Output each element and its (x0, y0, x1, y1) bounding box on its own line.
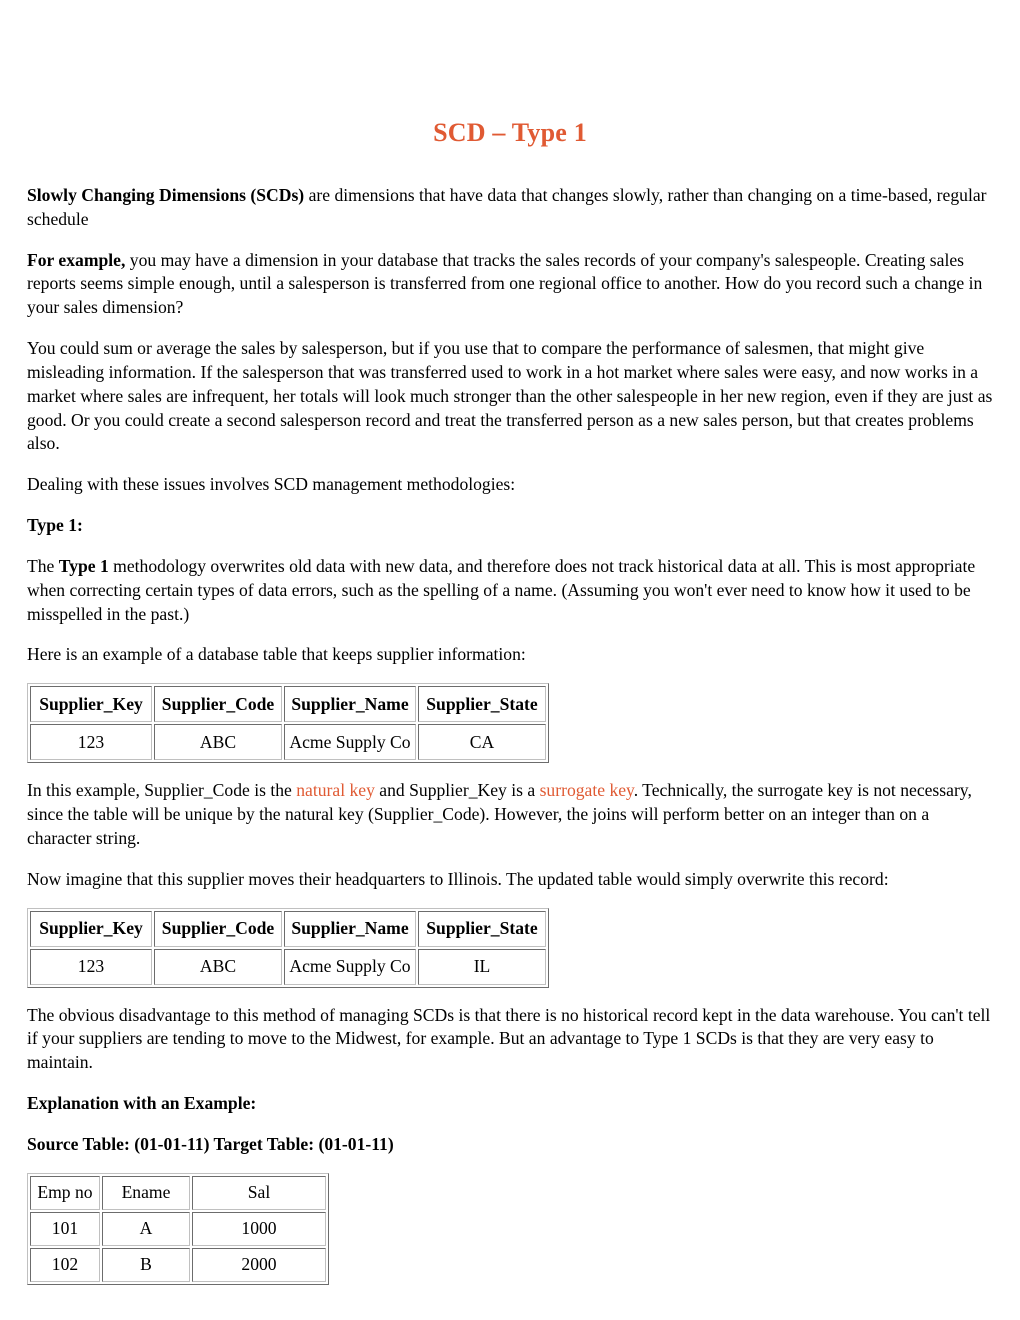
column-header-supplier-state: Supplier_State (418, 686, 546, 723)
cell-sal: 1000 (192, 1211, 326, 1246)
table-row: 102 B 2000 (30, 1247, 326, 1282)
cell-supplier-key: 123 (30, 948, 152, 985)
cell-emp-no: 101 (30, 1211, 100, 1246)
document-page: SCD – Type 1 Slowly Changing Dimensions … (0, 0, 1020, 1320)
paragraph-keys: In this example, Supplier_Code is the na… (27, 779, 993, 850)
column-header-ename: Ename (102, 1175, 190, 1210)
heading-source-target-table: Source Table: (01-01-11) Target Table: (… (27, 1133, 394, 1154)
table-row: 123 ABC Acme Supply Co IL (30, 948, 546, 985)
page-title: SCD – Type 1 (433, 118, 587, 147)
keys-text-a: In this example, Supplier_Code is the (27, 780, 297, 801)
example-bold-lead: For example, (27, 249, 126, 270)
intro-bold-lead: Slowly Changing Dimensions (SCDs) (27, 185, 305, 205)
paragraph-illinois: Now imagine that this supplier moves the… (27, 868, 889, 889)
cell-supplier-key: 123 (30, 724, 152, 761)
paragraph-example: For example, you may have a dimension in… (27, 249, 993, 320)
paragraph-intro: Slowly Changing Dimensions (SCDs) are di… (27, 184, 993, 232)
heading-type-1: Type 1: (27, 515, 83, 536)
column-header-supplier-name: Supplier_Name (284, 686, 416, 723)
cell-supplier-name: Acme Supply Co (284, 724, 416, 761)
cell-ename: A (102, 1211, 190, 1246)
table-header-row: Supplier_Key Supplier_Code Supplier_Name… (30, 910, 546, 947)
table-header-row: Supplier_Key Supplier_Code Supplier_Name… (30, 686, 546, 723)
paragraph-table-intro: Here is an example of a database table t… (27, 644, 526, 665)
heading-explanation: Explanation with an Example: (27, 1093, 257, 1114)
table-row: 101 A 1000 (30, 1211, 326, 1246)
column-header-supplier-code: Supplier_Code (154, 910, 282, 947)
paragraph-methodologies: Dealing with these issues involves SCD m… (27, 474, 516, 495)
type1-text-a: The (27, 555, 59, 576)
paragraph-sum-average: You could sum or average the sales by sa… (27, 338, 993, 454)
cell-supplier-code: ABC (154, 948, 282, 985)
cell-supplier-state: IL (418, 948, 546, 985)
table-header-row: Emp no Ename Sal (30, 1175, 326, 1210)
column-header-supplier-name: Supplier_Name (284, 910, 416, 947)
column-header-supplier-state: Supplier_State (418, 910, 546, 947)
example-body: you may have a dimension in your databas… (27, 249, 983, 318)
column-header-supplier-key: Supplier_Key (30, 686, 152, 723)
paragraph-disadvantage: The obvious disadvantage to this method … (27, 1004, 991, 1073)
supplier-table-after: Supplier_Key Supplier_Code Supplier_Name… (27, 907, 549, 988)
surrogate-key-highlight: surrogate key (539, 780, 634, 801)
natural-key-highlight: natural key (296, 780, 375, 801)
cell-sal: 2000 (192, 1247, 326, 1282)
cell-supplier-code: ABC (154, 724, 282, 761)
column-header-emp-no: Emp no (30, 1175, 100, 1210)
employee-table: Emp no Ename Sal 101 A 1000 102 B 2000 (27, 1172, 329, 1285)
type1-text-b: methodology overwrites old data with new… (27, 555, 976, 624)
table-row: 123 ABC Acme Supply Co CA (30, 724, 546, 761)
column-header-supplier-key: Supplier_Key (30, 910, 152, 947)
type1-bold: Type 1 (58, 555, 109, 576)
column-header-supplier-code: Supplier_Code (154, 686, 282, 723)
keys-text-b: and Supplier_Key is a (374, 780, 540, 801)
cell-supplier-state: CA (418, 724, 546, 761)
supplier-table-before: Supplier_Key Supplier_Code Supplier_Name… (27, 683, 549, 764)
cell-emp-no: 102 (30, 1247, 100, 1282)
paragraph-type1-description: The Type 1 methodology overwrites old da… (27, 555, 993, 626)
cell-ename: B (102, 1247, 190, 1282)
cell-supplier-name: Acme Supply Co (284, 948, 416, 985)
column-header-sal: Sal (192, 1175, 326, 1210)
